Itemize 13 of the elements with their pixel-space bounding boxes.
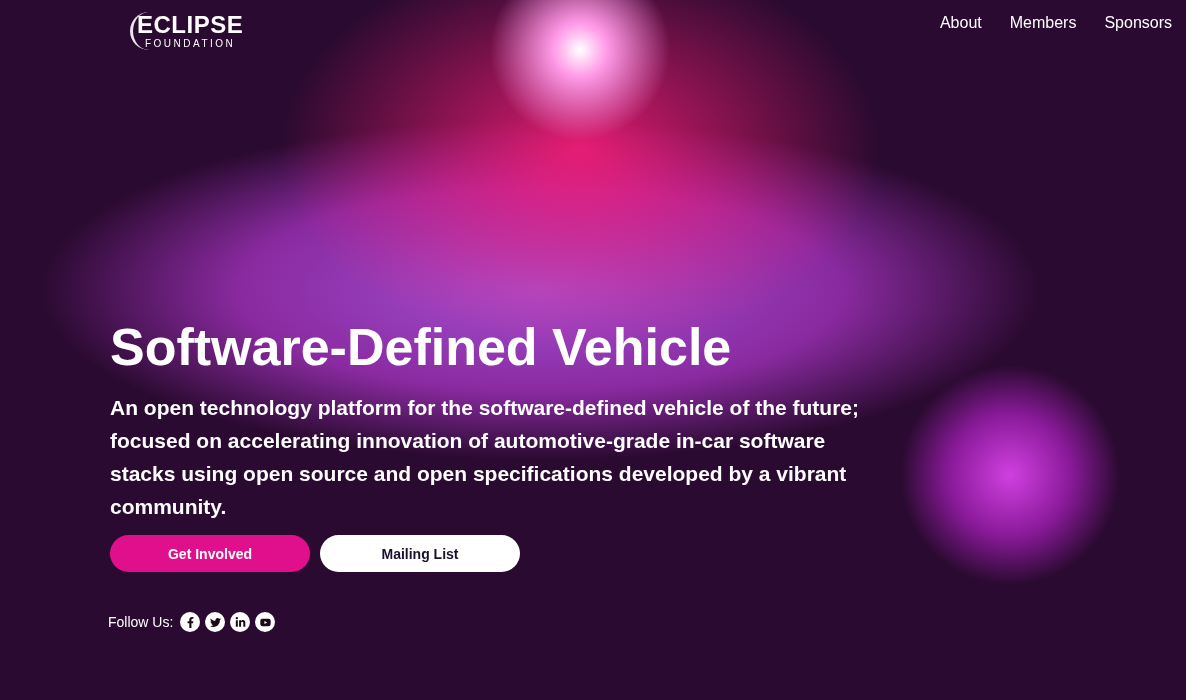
nav-link[interactable]: Sponsors: [1104, 14, 1172, 32]
linkedin-icon[interactable]: [230, 612, 251, 632]
mailing-list-button[interactable]: Mailing List: [320, 535, 520, 572]
hero-title: Software-Defined Vehicle: [110, 317, 733, 378]
follow-label: Follow Us:: [108, 614, 174, 630]
hero-description: An open technology platform for the software-defined vehicle of the future; focused on accelerating innovation of automotive-grade in-car software stacks using open source and open specifications developed by a vibrant community.: [110, 395, 861, 520]
youtube-icon[interactable]: [255, 612, 276, 632]
nav-link[interactable]: Members: [1009, 14, 1077, 32]
get-involved-button[interactable]: Get Involved: [110, 535, 310, 572]
nav-link[interactable]: About: [939, 14, 982, 32]
eclipse-logo[interactable]: ECLIPSE FOUNDATION: [130, 12, 244, 50]
twitter-icon[interactable]: [205, 612, 226, 632]
facebook-icon[interactable]: [180, 612, 201, 632]
